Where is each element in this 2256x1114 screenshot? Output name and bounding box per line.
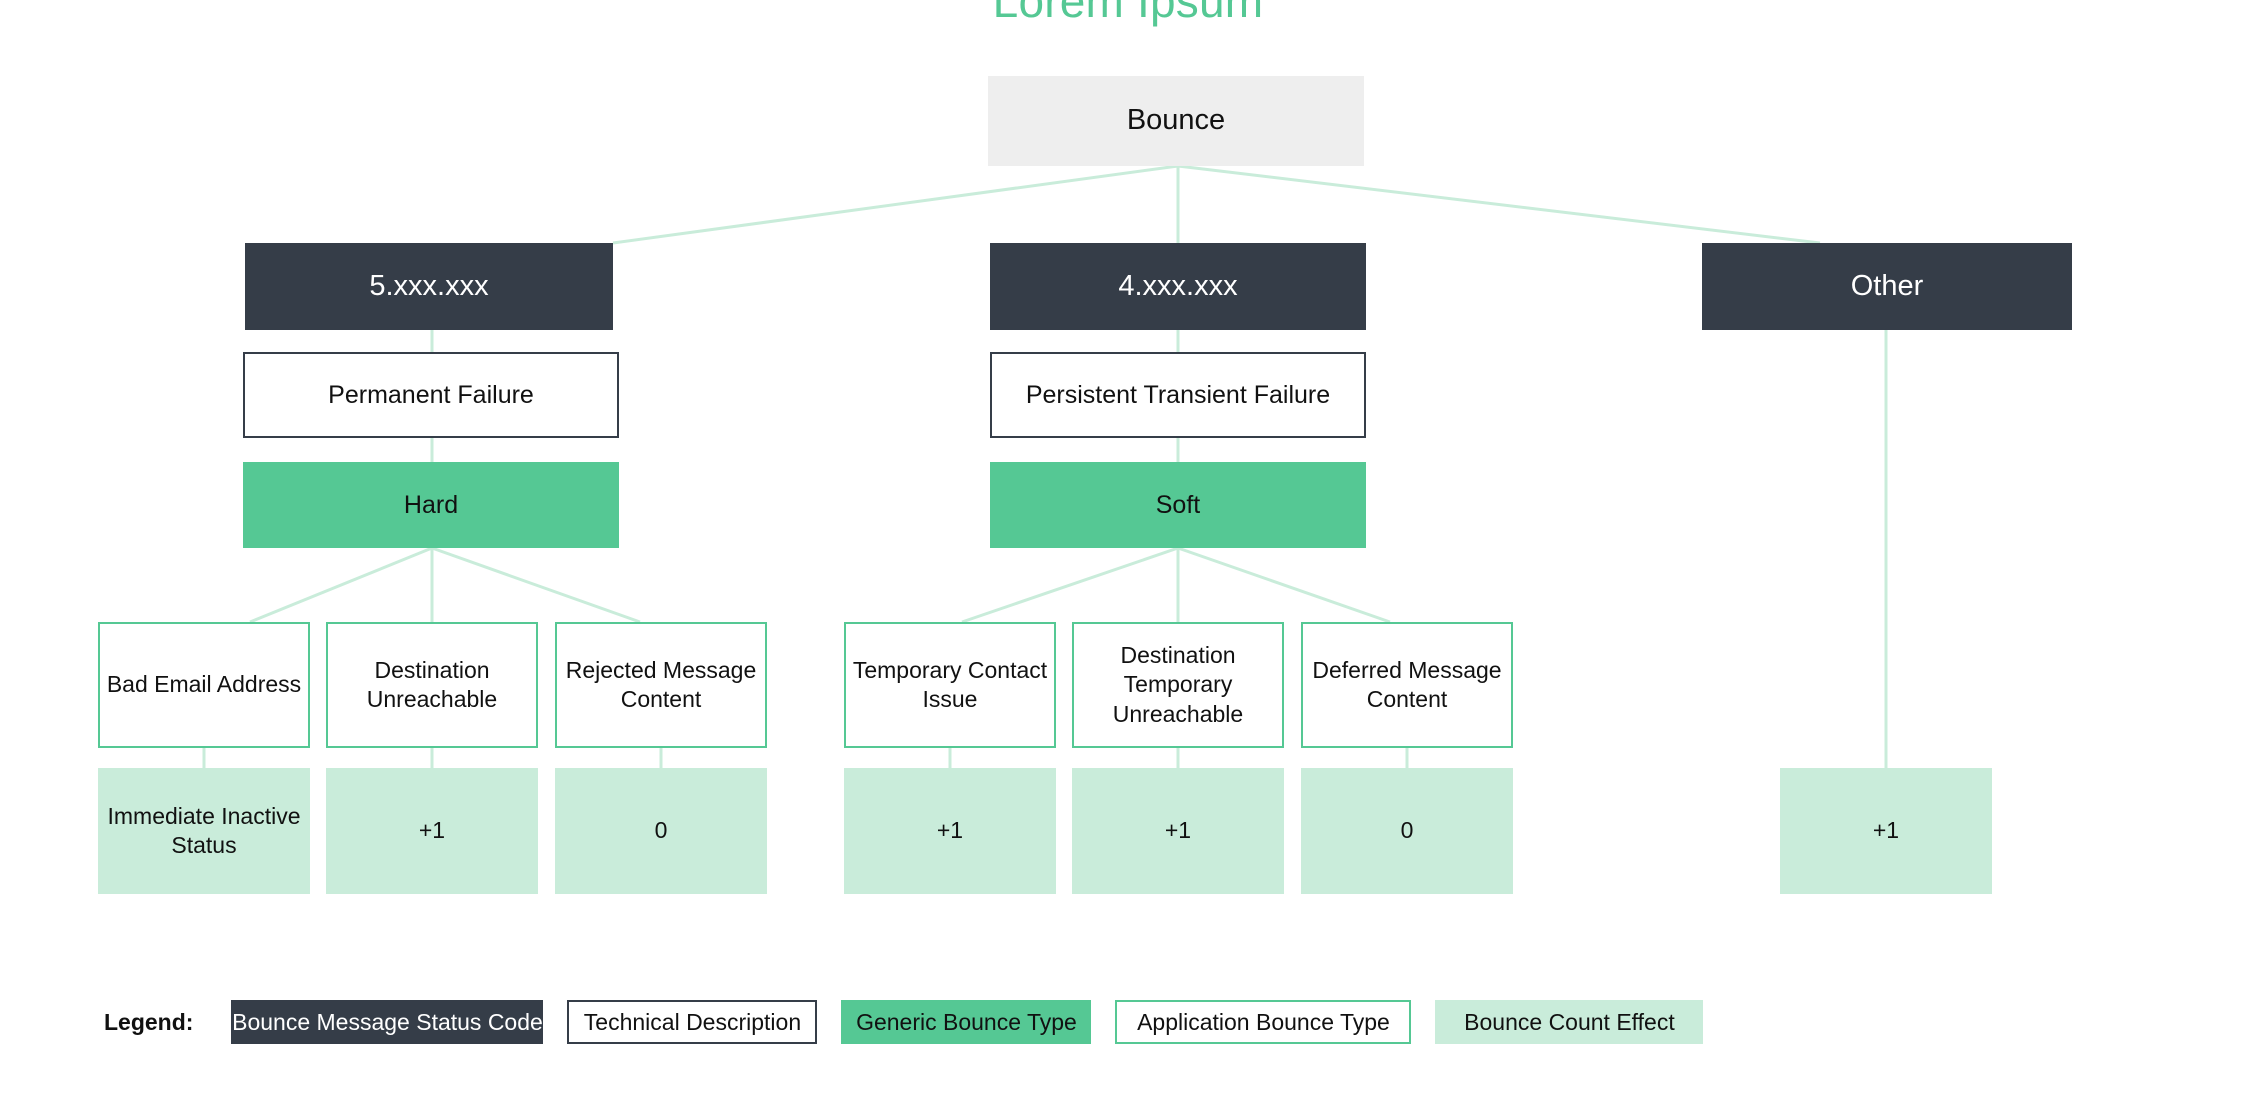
node-bounce[interactable]: Bounce (988, 76, 1364, 166)
edge-bounce-to-5xxx (612, 164, 1179, 245)
node-count-deferred-message-content-label: 0 (1400, 817, 1414, 844)
node-app-temporary-contact-issue-label: Temporary Contact Issue (852, 656, 1048, 712)
node-count-deferred-message-content[interactable]: 0 (1301, 768, 1513, 894)
legend-item-generic-bounce-type-label: Generic Bounce Type (856, 1008, 1077, 1035)
node-status-code-4xxx[interactable]: 4.xxx.xxx (990, 243, 1366, 330)
legend-item-bounce-message-status-code-label: Bounce Message Status Code (232, 1008, 543, 1035)
node-app-destination-temporary-unreachable[interactable]: Destination Temporary Unreachable (1072, 622, 1284, 748)
node-count-destination-unreachable-label: +1 (418, 817, 446, 844)
page-title: Lorem Ipsum (992, 0, 1264, 27)
node-status-code-5xxx[interactable]: 5.xxx.xxx (245, 243, 613, 330)
node-count-temporary-contact-issue-label: +1 (936, 817, 964, 844)
edge-hard-to-rejected-content (431, 546, 641, 624)
node-bounce-label: Bounce (1126, 104, 1226, 137)
node-generic-hard-label: Hard (403, 491, 459, 519)
legend-item-technical-description-label: Technical Description (583, 1008, 802, 1035)
edge-soft-to-deferred-content (1177, 546, 1391, 624)
node-count-immediate-inactive-status[interactable]: Immediate Inactive Status (98, 768, 310, 894)
node-app-bad-email-address-label: Bad Email Address (106, 671, 302, 698)
node-technical-permanent-failure[interactable]: Permanent Failure (243, 352, 619, 438)
legend-item-application-bounce-type-label: Application Bounce Type (1137, 1008, 1390, 1035)
node-count-destination-unreachable[interactable]: +1 (326, 768, 538, 894)
edge-hard-to-bad-email (249, 546, 433, 624)
node-count-rejected-message-content-label: 0 (654, 817, 668, 844)
node-app-deferred-message-content[interactable]: Deferred Message Content (1301, 622, 1513, 748)
node-app-deferred-message-content-label: Deferred Message Content (1312, 656, 1502, 712)
node-technical-persistent-transient-failure[interactable]: Persistent Transient Failure (990, 352, 1366, 438)
legend-label: Legend: (104, 1008, 194, 1035)
legend-item-bounce-count-effect-label: Bounce Count Effect (1464, 1008, 1675, 1035)
node-count-other[interactable]: +1 (1780, 768, 1992, 894)
node-count-rejected-message-content[interactable]: 0 (555, 768, 767, 894)
node-status-code-4xxx-label: 4.xxx.xxx (1118, 269, 1238, 302)
diagram-canvas: Lorem Ipsum Bounce 5.xxx.xxx 4.xxx.xxx O… (0, 0, 2256, 1114)
node-app-rejected-message-content-label: Rejected Message Content (565, 656, 757, 712)
edge-soft-to-temporary-contact (961, 546, 1179, 624)
node-count-other-label: +1 (1872, 817, 1900, 844)
node-technical-permanent-failure-label: Permanent Failure (328, 381, 534, 409)
node-app-rejected-message-content[interactable]: Rejected Message Content (555, 622, 767, 748)
node-technical-persistent-transient-failure-label: Persistent Transient Failure (1025, 381, 1331, 409)
node-status-code-other-label: Other (1850, 269, 1924, 302)
node-status-code-5xxx-label: 5.xxx.xxx (369, 269, 489, 302)
node-count-destination-temporary-unreachable[interactable]: +1 (1072, 768, 1284, 894)
node-app-temporary-contact-issue[interactable]: Temporary Contact Issue (844, 622, 1056, 748)
legend-item-technical-description[interactable]: Technical Description (567, 1000, 818, 1044)
node-status-code-other[interactable]: Other (1702, 243, 2072, 330)
edge-bounce-to-other (1177, 164, 1821, 245)
legend-item-bounce-count-effect[interactable]: Bounce Count Effect (1435, 1000, 1704, 1044)
node-app-destination-temporary-unreachable-label: Destination Temporary Unreachable (1112, 641, 1244, 727)
node-app-destination-unreachable[interactable]: Destination Unreachable (326, 622, 538, 748)
node-count-destination-temporary-unreachable-label: +1 (1164, 817, 1192, 844)
legend-item-generic-bounce-type[interactable]: Generic Bounce Type (841, 1000, 1092, 1044)
legend-item-bounce-message-status-code[interactable]: Bounce Message Status Code (231, 1000, 544, 1044)
legend: Legend: Bounce Message Status Code Techn… (104, 1000, 1704, 1044)
node-count-immediate-inactive-status-label: Immediate Inactive Status (107, 802, 301, 858)
node-count-temporary-contact-issue[interactable]: +1 (844, 768, 1056, 894)
legend-item-application-bounce-type[interactable]: Application Bounce Type (1115, 1000, 1412, 1044)
node-generic-hard[interactable]: Hard (243, 462, 619, 548)
node-generic-soft-label: Soft (1155, 491, 1201, 519)
node-app-destination-unreachable-label: Destination Unreachable (366, 656, 498, 712)
node-generic-soft[interactable]: Soft (990, 462, 1366, 548)
node-app-bad-email-address[interactable]: Bad Email Address (98, 622, 310, 748)
connector-lines (202, 164, 1888, 768)
